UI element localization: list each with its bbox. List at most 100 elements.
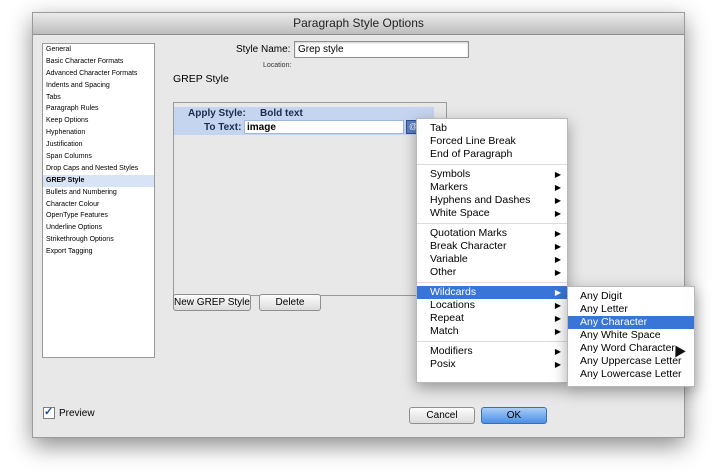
menu-item-label: Forced Line Break <box>430 135 516 147</box>
menu-item[interactable]: White Space ▶ <box>417 207 567 220</box>
category-item[interactable]: OpenType Features <box>43 210 154 222</box>
category-item[interactable]: Export Tagging <box>43 246 154 258</box>
menu-separator <box>417 223 567 224</box>
submenu-item-label: Any Uppercase Letter <box>580 355 682 367</box>
submenu-arrow-icon: ▶ <box>554 170 561 179</box>
menu-item-label: Variable <box>430 253 468 265</box>
to-text-input[interactable]: image <box>244 120 404 134</box>
submenu-arrow-icon: ▶ <box>554 288 561 297</box>
submenu-item-label: Any Digit <box>580 290 623 302</box>
menu-item[interactable]: Wildcards ▶ <box>417 286 567 299</box>
menu-item-label: Symbols <box>430 168 471 180</box>
submenu-arrow-icon: ▶ <box>554 229 561 238</box>
menu-item[interactable]: Tab <box>417 122 567 135</box>
category-item[interactable]: Keep Options <box>43 115 154 127</box>
to-text-label: To Text: <box>204 122 242 133</box>
grep-rules-panel: Apply Style: Bold text To Text: image @ <box>173 102 447 296</box>
category-item[interactable]: Bullets and Numbering <box>43 187 154 199</box>
submenu-arrow-icon: ▶ <box>554 209 561 218</box>
category-item[interactable]: Paragraph Rules <box>43 103 154 115</box>
menu-separator <box>417 164 567 165</box>
menu-item[interactable]: Markers ▶ <box>417 181 567 194</box>
menu-separator <box>417 282 567 283</box>
submenu-item[interactable]: Any Character <box>568 316 694 329</box>
submenu-arrow-icon: ▶ <box>554 347 561 356</box>
menu-item-label: Modifiers <box>430 345 473 357</box>
category-item[interactable]: Justification <box>43 139 154 151</box>
menu-item[interactable]: Posix ▶ <box>417 358 567 371</box>
menu-item[interactable]: Hyphens and Dashes ▶ <box>417 194 567 207</box>
menu-item-label: Tab <box>430 122 447 134</box>
category-item[interactable]: Tabs <box>43 92 154 104</box>
menu-item[interactable]: Break Character ▶ <box>417 240 567 253</box>
menu-item-label: Hyphens and Dashes <box>430 194 531 206</box>
menu-item[interactable]: Forced Line Break <box>417 135 567 148</box>
submenu-item-label: Any White Space <box>580 329 661 341</box>
apply-style-label: Apply Style: <box>188 108 246 119</box>
cancel-button[interactable]: Cancel <box>409 407 475 424</box>
menu-item-label: Quotation Marks <box>430 227 508 239</box>
dialog-title: Paragraph Style Options <box>33 13 684 35</box>
submenu-item-label: Any Lowercase Letter <box>580 368 682 380</box>
menu-item[interactable]: Locations ▶ <box>417 299 567 312</box>
menu-item[interactable]: Symbols ▶ <box>417 168 567 181</box>
submenu-arrow-icon: ▶ <box>554 183 561 192</box>
menu-item[interactable]: Modifiers ▶ <box>417 345 567 358</box>
submenu-arrow-icon: ▶ <box>554 242 561 251</box>
section-title: GREP Style <box>173 73 229 85</box>
category-item[interactable]: GREP Style <box>43 174 154 187</box>
submenu-item[interactable]: Any Lowercase Letter <box>568 368 694 381</box>
menu-item-label: Match <box>430 325 459 337</box>
category-item[interactable]: Span Columns <box>43 151 154 163</box>
menu-item-label: Posix <box>430 358 456 370</box>
menu-item-label: Wildcards <box>430 286 477 298</box>
submenu-item-label: Any Word Character <box>580 342 675 354</box>
menu-item[interactable]: Match ▶ <box>417 325 567 338</box>
menu-item-label: Locations <box>430 299 475 311</box>
preview-label: Preview <box>59 407 95 419</box>
category-item[interactable]: Strikethrough Options <box>43 234 154 246</box>
menu-item[interactable]: Variable ▶ <box>417 253 567 266</box>
menu-item-label: Other <box>430 266 457 278</box>
category-item[interactable]: Indents and Spacing <box>43 80 154 92</box>
submenu-item[interactable]: Any Letter <box>568 303 694 316</box>
menu-item-label: Break Character <box>430 240 507 252</box>
menu-separator <box>417 341 567 342</box>
menu-item[interactable]: Quotation Marks ▶ <box>417 227 567 240</box>
style-name-input[interactable]: Grep style <box>294 41 469 58</box>
submenu-arrow-icon: ▶ <box>554 196 561 205</box>
ok-button[interactable]: OK <box>481 407 547 424</box>
preview-option[interactable]: Preview <box>43 405 95 419</box>
submenu-arrow-icon: ▶ <box>554 255 561 264</box>
category-item[interactable]: Basic Character Formats <box>43 56 154 68</box>
category-item[interactable]: Character Colour <box>43 199 154 211</box>
category-item[interactable]: Drop Caps and Nested Styles <box>43 163 154 175</box>
menu-item-label: Repeat <box>430 312 464 324</box>
category-list: General Basic Character Formats Advanced C… <box>42 43 155 358</box>
submenu-item-label: Any Letter <box>580 303 628 315</box>
preview-checkbox[interactable] <box>43 405 55 419</box>
submenu-arrow-icon: ▶ <box>554 301 561 310</box>
category-item[interactable]: Hyphenation <box>43 127 154 139</box>
submenu-item[interactable]: Any White Space <box>568 329 694 342</box>
menu-item[interactable]: Repeat ▶ <box>417 312 567 325</box>
submenu-arrow-icon: ▶ <box>554 327 561 336</box>
special-characters-menu: Tab Forced Line Break End of Paragraph Symb… <box>416 118 568 383</box>
submenu-item[interactable]: Any Digit <box>568 290 694 303</box>
new-grep-style-button[interactable]: New GREP Style <box>173 294 251 311</box>
submenu-item-label: Any Character <box>580 316 648 328</box>
delete-button[interactable]: Delete <box>259 294 321 311</box>
menu-item[interactable]: Other ▶ <box>417 266 567 279</box>
category-item[interactable]: General <box>43 44 154 56</box>
category-item[interactable]: Advanced Character Formats <box>43 68 154 80</box>
apply-style-value[interactable]: Bold text <box>260 108 303 119</box>
category-item[interactable]: Underline Options <box>43 222 154 234</box>
submenu-arrow-icon: ▶ <box>554 360 561 369</box>
wildcards-submenu: Any Digit Any Letter Any Character Any Whit… <box>567 286 695 387</box>
submenu-arrow-icon: ▶ <box>554 314 561 323</box>
location-label: Location: <box>263 62 292 69</box>
menu-item-label: End of Paragraph <box>430 148 513 160</box>
menu-item-label: White Space <box>430 207 490 219</box>
style-name-label: Style Name: <box>236 44 291 55</box>
menu-item[interactable]: End of Paragraph <box>417 148 567 161</box>
